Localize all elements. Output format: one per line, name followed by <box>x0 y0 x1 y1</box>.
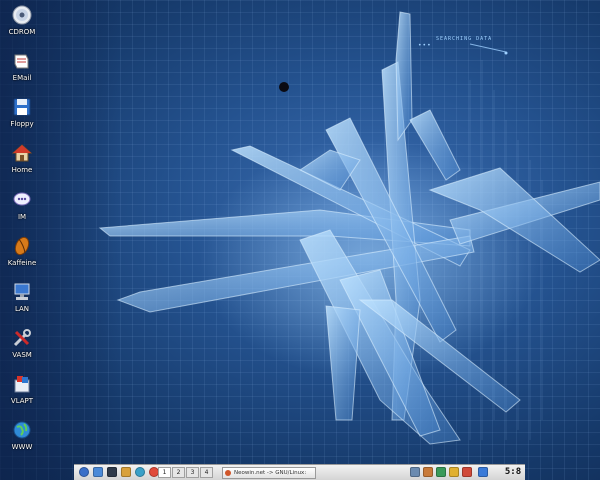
terminal-icon[interactable] <box>107 467 117 477</box>
desktop-icon-cdrom[interactable]: CDROM <box>2 5 42 36</box>
desktop-icon-lan[interactable]: LAN <box>2 282 42 313</box>
im-icon <box>13 192 31 206</box>
pager-desktop-2[interactable]: 2 <box>172 467 185 478</box>
desktop-icon-label: LAN <box>14 305 30 313</box>
floppy-icon <box>13 98 31 116</box>
desktop-icon-home[interactable]: Home <box>2 143 42 174</box>
mail-icon[interactable] <box>121 467 131 477</box>
wallpaper-overlay-dots: ••• <box>418 42 432 49</box>
desktop-icon-label: WWW <box>11 443 33 451</box>
desktop-icon-label: VASM <box>12 351 32 359</box>
desktop-icon-kaffeine[interactable]: Kaffeine <box>2 236 42 267</box>
tray-app-icon-6[interactable] <box>478 467 488 477</box>
kaffeine-icon <box>14 236 30 256</box>
taskbar: 1 2 3 4 Neowin.net -> GNU/Linux: 5:8 <box>74 464 525 480</box>
k-menu-icon[interactable] <box>79 467 89 477</box>
tray-app-icon-4[interactable] <box>449 467 459 477</box>
wallpaper-artwork <box>98 11 600 445</box>
lan-icon <box>14 283 30 300</box>
home-icon <box>12 144 32 162</box>
mouse-cursor <box>279 82 289 92</box>
taskbar-window-button[interactable]: Neowin.net -> GNU/Linux: <box>222 467 316 479</box>
tray-app-icon-5[interactable] <box>462 467 472 477</box>
desktop-icon-label: Floppy <box>10 120 34 128</box>
desktop-icon-www[interactable]: WWW <box>2 420 42 451</box>
desktop-icon-label: IM <box>17 213 27 221</box>
pager-desktop-4[interactable]: 4 <box>200 467 213 478</box>
desktop-icon-label: Home <box>11 166 33 174</box>
desktop-icon-vasm[interactable]: VASM <box>2 328 42 359</box>
network-icon[interactable] <box>135 467 145 477</box>
desktop-icon-label: Kaffeine <box>7 259 37 267</box>
desktop-icon-floppy[interactable]: Floppy <box>2 97 42 128</box>
tray-app-icon-2[interactable] <box>423 467 433 477</box>
desktop-icon-im[interactable]: IM <box>2 190 42 221</box>
vlapt-icon <box>14 376 30 393</box>
pager-desktop-3[interactable]: 3 <box>186 467 199 478</box>
wallpaper-overlay-label: SEARCHING DATA <box>436 36 493 42</box>
pager-desktop-1[interactable]: 1 <box>158 467 171 478</box>
taskbar-window-title: Neowin.net -> GNU/Linux: <box>234 470 307 476</box>
desktop-icon-label: EMail <box>12 74 32 82</box>
browser-window-icon <box>225 470 231 476</box>
email-icon <box>14 54 29 69</box>
browser-icon[interactable] <box>93 467 103 477</box>
tray-app-icon-1[interactable] <box>410 467 420 477</box>
cdrom-icon <box>12 5 32 25</box>
vasm-icon <box>13 329 31 347</box>
desktop-icon-email[interactable]: EMail <box>2 51 42 82</box>
tray-app-icon-3[interactable] <box>436 467 446 477</box>
desktop-icon-label: VLAPT <box>10 397 34 405</box>
www-icon <box>13 421 31 439</box>
taskbar-clock[interactable]: 5:8 <box>502 466 524 479</box>
desktop-icon-label: CDROM <box>8 28 36 36</box>
desktop-icon-vlapt[interactable]: VLAPT <box>2 374 42 405</box>
